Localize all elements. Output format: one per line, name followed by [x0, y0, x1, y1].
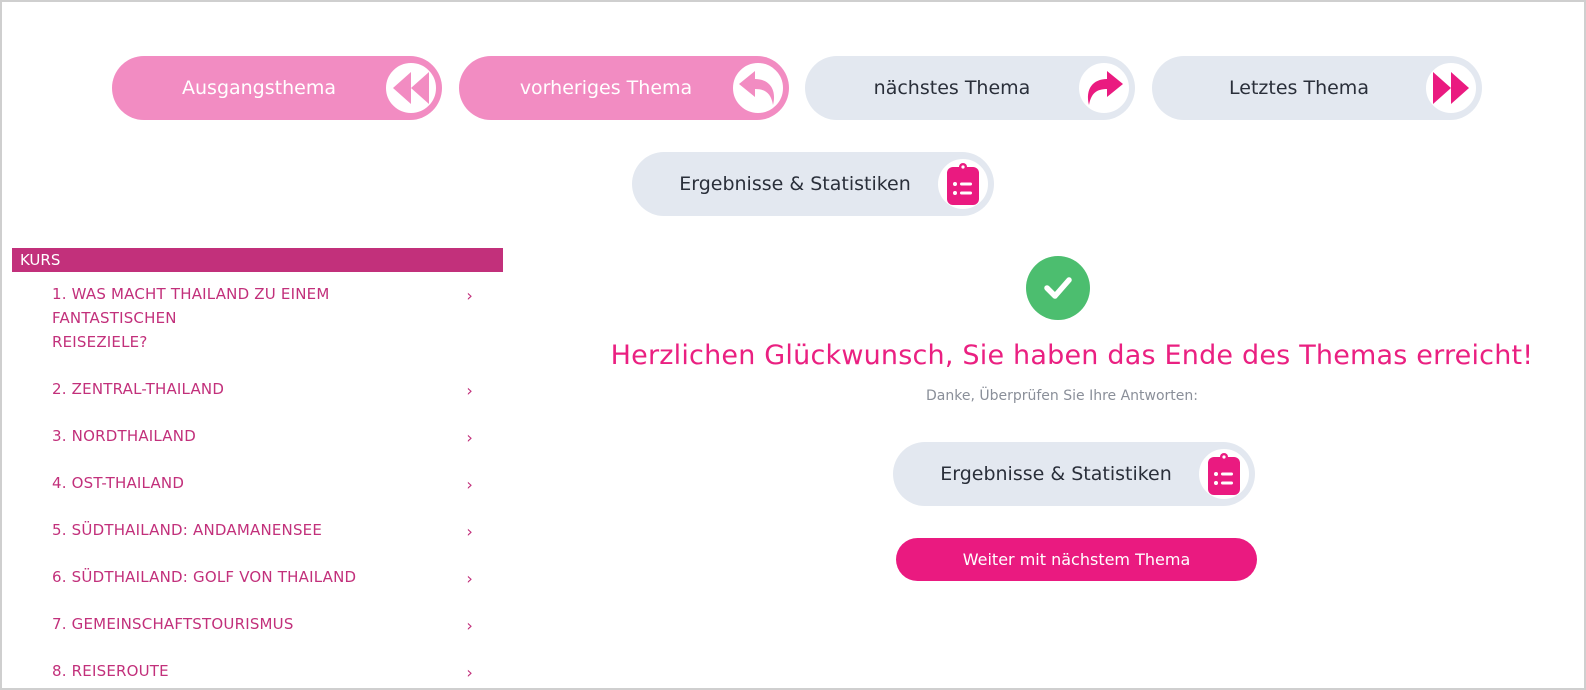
course-sidebar: KURS 1. WAS MACHT THAILAND ZU EINEM FANT… — [12, 248, 503, 683]
undo-arrow-icon — [730, 60, 786, 116]
results-statistics-button[interactable]: Ergebnisse & Statistiken — [893, 442, 1255, 506]
review-answers-text: Danke, Überprüfen Sie Ihre Antworten: — [926, 388, 1198, 404]
next-topic-button[interactable]: nächstes Thema — [805, 56, 1135, 120]
fast-forward-icon — [1423, 60, 1479, 116]
course-item-label: 8. REISEROUTE — [52, 662, 169, 680]
chevron-right-icon: › — [466, 616, 473, 635]
course-list: 1. WAS MACHT THAILAND ZU EINEM FANTASTIS… — [12, 282, 503, 683]
course-item-1[interactable]: 1. WAS MACHT THAILAND ZU EINEM FANTASTIS… — [12, 282, 503, 354]
chevron-right-icon: › — [466, 428, 473, 447]
chevron-right-icon: › — [466, 381, 473, 400]
course-item-5[interactable]: 5. SÜDTHAILAND: ANDAMANENSEE › — [12, 518, 503, 542]
course-item-label: 3. NORDTHAILAND — [52, 427, 196, 445]
course-item-label: 7. GEMEINSCHAFTSTOURISMUS — [52, 615, 294, 633]
check-icon — [1026, 256, 1090, 320]
chevron-right-icon: › — [466, 569, 473, 588]
first-topic-button[interactable]: Ausgangsthema — [112, 56, 442, 120]
sidebar-header: KURS — [12, 248, 503, 272]
redo-arrow-icon — [1076, 60, 1132, 116]
course-item-label: 1. WAS MACHT THAILAND ZU EINEM FANTASTIS… — [52, 285, 330, 327]
course-item-label: 5. SÜDTHAILAND: ANDAMANENSEE — [52, 521, 323, 539]
course-item-label-continued: REISEZIELE? — [52, 333, 148, 351]
course-item-2[interactable]: 2. ZENTRAL-THAILAND › — [12, 377, 503, 401]
course-item-3[interactable]: 3. NORDTHAILAND › — [12, 424, 503, 448]
clipboard-list-icon — [935, 156, 991, 212]
chevron-right-icon: › — [466, 663, 473, 682]
chevron-right-icon: › — [466, 286, 473, 305]
course-item-4[interactable]: 4. OST-THAILAND › — [12, 471, 503, 495]
results-statistics-button-top[interactable]: Ergebnisse & Statistiken — [632, 152, 994, 216]
last-topic-button[interactable]: Letztes Thema — [1152, 56, 1482, 120]
course-item-7[interactable]: 7. GEMEINSCHAFTSTOURISMUS › — [12, 612, 503, 636]
congratulations-heading: Herzlichen Glückwunsch, Sie haben das En… — [610, 340, 1534, 371]
course-item-label: 4. OST-THAILAND — [52, 474, 185, 492]
continue-next-topic-button[interactable]: Weiter mit nächstem Thema — [896, 538, 1257, 581]
chevron-right-icon: › — [466, 475, 473, 494]
rewind-icon — [383, 60, 439, 116]
previous-topic-button[interactable]: vorheriges Thema — [459, 56, 789, 120]
course-item-8[interactable]: 8. REISEROUTE › — [12, 659, 503, 683]
clipboard-list-icon — [1196, 446, 1252, 502]
course-item-label: 6. SÜDTHAILAND: GOLF VON THAILAND — [52, 568, 357, 586]
course-item-6[interactable]: 6. SÜDTHAILAND: GOLF VON THAILAND › — [12, 565, 503, 589]
page-frame: Ausgangsthema vorheriges Thema nächstes … — [0, 0, 1586, 690]
chevron-right-icon: › — [466, 522, 473, 541]
course-item-label: 2. ZENTRAL-THAILAND — [52, 380, 225, 398]
